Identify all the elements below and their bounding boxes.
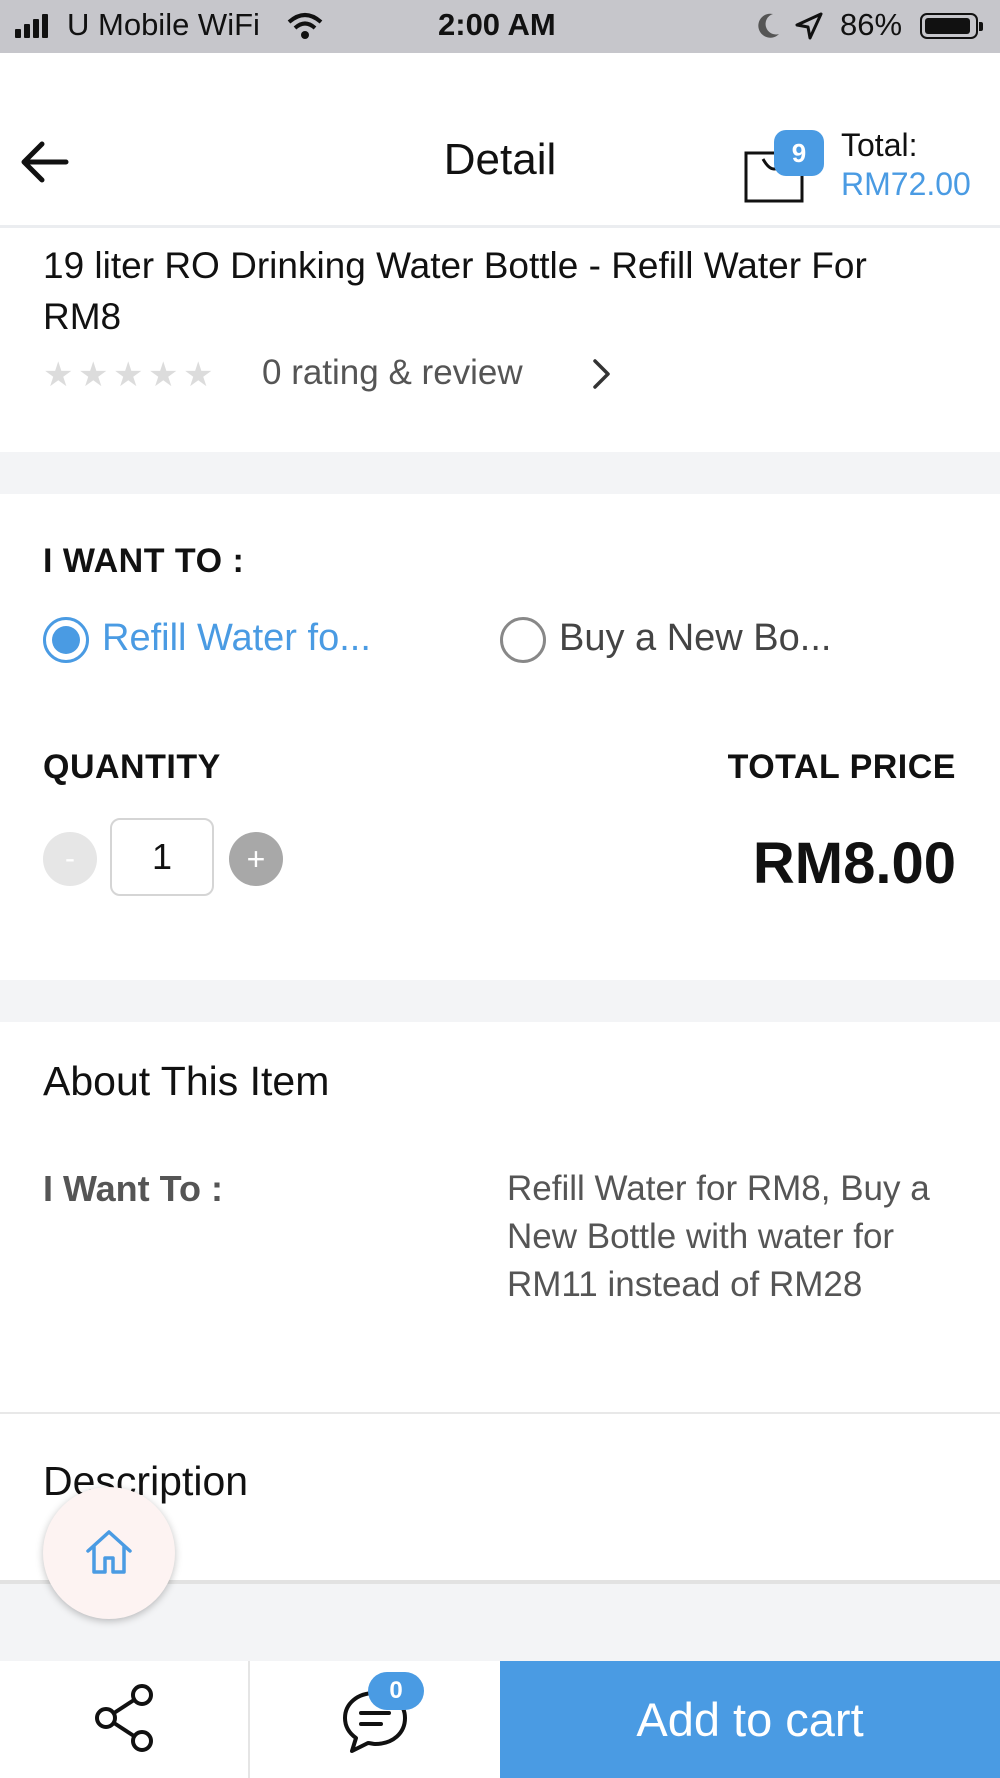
cart-total-label: Total: [841,127,918,163]
home-icon [86,1530,132,1574]
rating-review-link[interactable]: 0 rating & review [262,353,523,393]
clock: 2:00 AM [438,7,556,42]
location-arrow-icon [795,12,823,40]
add-to-cart-button[interactable]: Add to cart [500,1661,1000,1778]
option-label-refill[interactable]: Refill Water fo... [102,617,371,660]
carrier-label: U Mobile WiFi [67,7,260,42]
bottom-action-bar: 0 Add to cart [0,1661,1000,1778]
divider [0,1412,1000,1414]
header: Detail 9 Total: RM72.00 [0,53,1000,228]
battery-icon [920,13,983,39]
moon-icon [758,13,779,38]
total-price-value: RM8.00 [752,831,956,896]
about-attribute-key: I Want To : [43,1168,223,1209]
share-icon [95,1684,153,1752]
wifi-icon [287,13,323,39]
chat-count-badge: 0 [368,1672,424,1710]
about-attribute-value: Refill Water for RM8, Buy a New Bottle w… [507,1169,930,1304]
signal-icon [15,14,55,38]
product-title: 19 liter RO Drinking Water Bottle - Refi… [43,245,867,337]
radio-refill-water[interactable] [43,617,89,663]
status-bar: U Mobile WiFi 2:00 AM 86% [0,0,1000,53]
home-floating-button[interactable] [43,1487,175,1619]
total-price-heading: TOTAL PRICE [727,748,956,786]
chevron-right-icon[interactable] [591,358,613,390]
option-heading: I WANT TO : [43,542,245,580]
cart-count-badge: 9 [774,130,824,176]
star-icon: ★ [183,356,214,394]
star-icon: ★ [148,356,179,394]
quantity-input[interactable]: 1 [110,818,214,896]
about-title: About This Item [43,1058,330,1104]
share-button[interactable] [0,1661,250,1778]
battery-percent: 86% [840,7,903,42]
section-divider-band [0,452,1000,494]
quantity-decrement-button[interactable]: - [43,832,97,886]
radio-buy-new-bottle[interactable] [500,617,546,663]
section-divider-band [0,980,1000,1022]
star-icon: ★ [113,356,144,394]
star-icon: ★ [78,356,109,394]
quantity-heading: QUANTITY [43,748,221,786]
chat-button[interactable]: 0 [250,1661,500,1778]
star-icon: ★ [43,356,74,394]
cart-total-value: RM72.00 [841,166,971,202]
quantity-increment-button[interactable]: + [229,832,283,886]
option-label-buy-new[interactable]: Buy a New Bo... [559,617,831,660]
